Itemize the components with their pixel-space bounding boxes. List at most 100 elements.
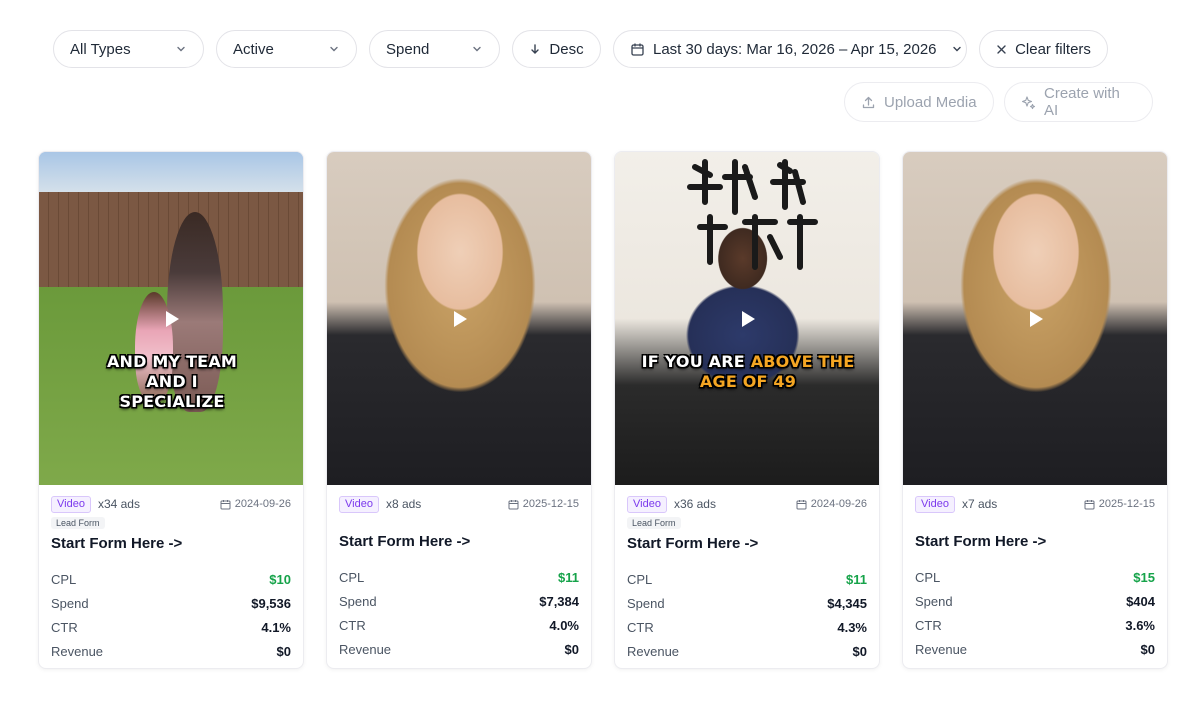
ad-count: x7 ads [961, 497, 998, 511]
stat-label: Spend [915, 593, 953, 609]
stat-value: 4.1% [261, 619, 291, 635]
stats: CPL $10 Spend $9,536 CTR 4.1% Revenue $0 [51, 567, 291, 663]
sort-metric-dropdown[interactable]: Spend [369, 30, 500, 68]
ad-title: Start Form Here -> [51, 535, 183, 552]
stats: CPL $15 Spend $404 CTR 3.6% Revenue $0 [915, 565, 1155, 661]
stat-ctr: CTR 4.0% [339, 613, 579, 637]
stats: CPL $11 Spend $7,384 CTR 4.0% Revenue $0 [339, 565, 579, 661]
date-range-picker[interactable]: Last 30 days: Mar 16, 2026 – Apr 15, 202… [613, 30, 967, 68]
create-with-ai-button[interactable]: Create with AI [1004, 82, 1153, 122]
stat-label: CPL [339, 569, 365, 585]
ad-count: x8 ads [385, 497, 422, 511]
stat-revenue: Revenue $0 [627, 639, 867, 663]
stat-cpl: CPL $11 [339, 565, 579, 589]
type-filter-label: All Types [70, 40, 131, 58]
stat-label: CPL [915, 569, 941, 585]
upload-icon [861, 95, 876, 110]
stat-value: $0 [564, 641, 579, 657]
stat-label: CPL [627, 571, 653, 587]
sort-order-label: Desc [549, 40, 584, 58]
stat-value: $4,345 [827, 595, 867, 611]
play-icon[interactable] [1025, 308, 1047, 330]
sort-order-button[interactable]: Desc [512, 30, 601, 68]
calendar-icon [220, 499, 231, 510]
sparkle-icon [1021, 95, 1036, 110]
status-filter-dropdown[interactable]: Active [216, 30, 357, 68]
calendar-icon [1084, 499, 1095, 510]
chevron-down-icon [471, 43, 483, 55]
calligraphy-artwork [687, 159, 818, 270]
video-thumbnail[interactable]: IF YOU ARE ABOVE THE AGE OF 49 [615, 152, 879, 485]
play-icon[interactable] [449, 308, 471, 330]
stat-cpl: CPL $10 [51, 567, 291, 591]
type-filter-dropdown[interactable]: All Types [53, 30, 204, 68]
video-thumbnail[interactable] [903, 152, 1167, 485]
chevron-down-icon [175, 43, 187, 55]
create-with-ai-label: Create with AI [1044, 85, 1120, 119]
stat-revenue: Revenue $0 [915, 637, 1155, 661]
created-date-text: 2024-09-26 [810, 498, 867, 510]
upload-media-button[interactable]: Upload Media [844, 82, 994, 122]
video-caption: IF YOU ARE ABOVE THE AGE OF 49 [615, 352, 879, 392]
stats: CPL $11 Spend $4,345 CTR 4.3% Revenue $0 [627, 567, 867, 663]
stat-value: $7,384 [539, 593, 579, 609]
ad-title: Start Form Here -> [339, 533, 471, 550]
stat-value: $404 [1126, 593, 1155, 609]
video-caption: AND MY TEAM AND I SPECIALIZE [106, 352, 238, 411]
stat-label: CTR [339, 617, 366, 633]
stat-value: $11 [846, 571, 867, 587]
stat-spend: Spend $4,345 [627, 591, 867, 615]
sort-metric-label: Spend [386, 40, 430, 58]
creative-card[interactable]: AND MY TEAM AND I SPECIALIZE Video x34 a… [38, 151, 304, 669]
ad-title: Start Form Here -> [627, 535, 759, 552]
media-type-badge: Video [339, 495, 379, 513]
lead-form-tag: Lead Form [627, 517, 681, 529]
stat-value: $0 [276, 643, 291, 659]
stat-value: $0 [852, 643, 867, 659]
stat-value: $15 [1133, 569, 1155, 585]
stat-label: Spend [339, 593, 377, 609]
date-range-label: Last 30 days: Mar 16, 2026 – Apr 15, 202… [653, 40, 937, 58]
stat-label: Revenue [627, 643, 680, 659]
video-thumbnail[interactable] [327, 152, 591, 485]
media-type-badge: Video [627, 495, 667, 513]
lead-form-tag: Lead Form [51, 517, 105, 529]
stat-value: 3.6% [1125, 617, 1155, 633]
close-icon [996, 44, 1007, 55]
play-icon[interactable] [737, 308, 759, 330]
calendar-icon [796, 499, 807, 510]
stat-cpl: CPL $11 [627, 567, 867, 591]
stat-value: $0 [1140, 641, 1155, 657]
created-date-text: 2025-12-15 [522, 498, 579, 510]
chevron-down-icon [328, 43, 340, 55]
filter-bar: All Types Active Spend Desc Last 30 days… [53, 30, 1108, 68]
play-icon[interactable] [161, 308, 183, 330]
stat-value: $11 [558, 569, 579, 585]
created-date: 2025-12-15 [508, 498, 579, 510]
stat-label: Revenue [339, 641, 392, 657]
ad-count: x34 ads [97, 497, 140, 511]
created-date-text: 2025-12-15 [1098, 498, 1155, 510]
creative-card[interactable]: Video x8 ads 2025-12-15 Start Form Here … [326, 151, 592, 669]
ad-count: x36 ads [673, 497, 716, 511]
stat-spend: Spend $9,536 [51, 591, 291, 615]
stat-value: 4.3% [837, 619, 867, 635]
stat-revenue: Revenue $0 [339, 637, 579, 661]
creative-card-grid: AND MY TEAM AND I SPECIALIZE Video x34 a… [38, 151, 1168, 669]
stat-spend: Spend $404 [915, 589, 1155, 613]
clear-filters-button[interactable]: Clear filters [979, 30, 1108, 68]
video-thumbnail[interactable]: AND MY TEAM AND I SPECIALIZE [39, 152, 303, 485]
created-date: 2024-09-26 [220, 498, 291, 510]
stat-ctr: CTR 4.1% [51, 615, 291, 639]
creative-card[interactable]: IF YOU ARE ABOVE THE AGE OF 49 Video x36… [614, 151, 880, 669]
stat-label: CTR [51, 619, 78, 635]
calendar-icon [630, 42, 645, 57]
created-date: 2025-12-15 [1084, 498, 1155, 510]
stat-spend: Spend $7,384 [339, 589, 579, 613]
stat-label: CTR [627, 619, 654, 635]
stat-ctr: CTR 3.6% [915, 613, 1155, 637]
stat-ctr: CTR 4.3% [627, 615, 867, 639]
status-filter-label: Active [233, 40, 274, 58]
chevron-down-icon [951, 43, 963, 55]
creative-card[interactable]: Video x7 ads 2025-12-15 Start Form Here … [902, 151, 1168, 669]
